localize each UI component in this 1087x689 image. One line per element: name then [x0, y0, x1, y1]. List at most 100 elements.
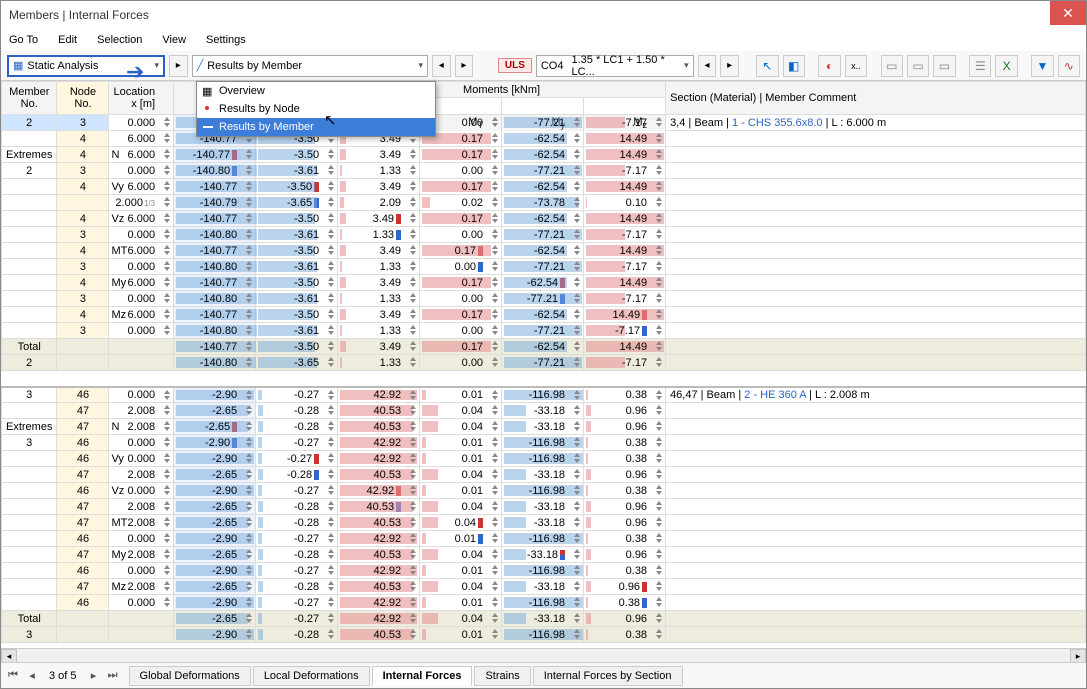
cell-node[interactable]: 4 [57, 131, 109, 147]
cell[interactable]: -0.27 [256, 387, 338, 403]
cell[interactable]: -3.65 [256, 355, 338, 371]
cell[interactable]: 0.38 [584, 595, 666, 611]
cell[interactable]: 14.49 [584, 339, 666, 355]
pager-first[interactable]: ⏮ [5, 669, 21, 682]
cell-node[interactable]: 4 [57, 275, 109, 291]
cell[interactable]: 42.92 [338, 531, 420, 547]
load-prev-button[interactable]: ◂ [698, 55, 717, 77]
cell[interactable]: -33.18 [502, 467, 584, 483]
cell[interactable]: 0.10 [584, 195, 666, 211]
cell[interactable]: -33.18 [502, 547, 584, 563]
cell-loc[interactable]: 0.000 [109, 595, 174, 611]
cell-node[interactable]: 46 [57, 531, 109, 547]
funnel-icon[interactable]: ▼ [1031, 55, 1053, 77]
cell-section[interactable] [666, 499, 1086, 515]
cell-member[interactable]: 2 [2, 115, 57, 131]
cell-loc[interactable]: 0.000 [109, 227, 174, 243]
cell-section[interactable] [666, 515, 1086, 531]
cell[interactable]: -2.65 [174, 403, 256, 419]
cell[interactable]: -0.28 [256, 467, 338, 483]
cell[interactable]: 40.53 [338, 515, 420, 531]
cell[interactable]: -0.27 [256, 563, 338, 579]
cell-member[interactable] [2, 323, 57, 339]
col-node-no[interactable]: NodeNo. [57, 82, 109, 115]
filter-mode-icon[interactable]: ◧ [783, 55, 805, 77]
tab-internal-forces-by-section[interactable]: Internal Forces by Section [533, 666, 683, 686]
cell[interactable]: 0.17 [420, 243, 502, 259]
table-row[interactable]: 460.000-2.90-0.2742.920.01-116.980.38 [2, 563, 1086, 579]
cell-node[interactable]: 47 [57, 467, 109, 483]
cell[interactable]: -62.54 [502, 179, 584, 195]
cell-loc[interactable]: N2.008 [109, 419, 174, 435]
cell[interactable]: 0.04 [420, 467, 502, 483]
cell[interactable]: -2.90 [174, 435, 256, 451]
cell-node[interactable]: 46 [57, 563, 109, 579]
cell[interactable]: 0.04 [420, 419, 502, 435]
cell[interactable]: -77.21 [502, 323, 584, 339]
scroll-left-button[interactable]: ◂ [1, 649, 17, 663]
analysis-next-button[interactable]: ▸ [169, 55, 188, 77]
cell[interactable]: -3.61 [256, 163, 338, 179]
cell[interactable]: 40.53 [338, 627, 420, 643]
cell[interactable]: -116.98 [502, 563, 584, 579]
filter-arrow-icon[interactable]: ↖ [756, 55, 778, 77]
cell-loc[interactable]: My6.000 [109, 275, 174, 291]
excel-icon[interactable]: X [995, 55, 1017, 77]
cell-section[interactable] [666, 483, 1086, 499]
load-next-button[interactable]: ▸ [720, 55, 739, 77]
cell-section[interactable]: 3,4 | Beam | 1 - CHS 355.6x8.0 | L : 6.0… [666, 115, 1086, 131]
cell[interactable]: 0.96 [584, 611, 666, 627]
cell[interactable]: -140.77 [174, 211, 256, 227]
cell-node[interactable]: 4 [57, 211, 109, 227]
cell[interactable]: -33.18 [502, 419, 584, 435]
cell[interactable]: 0.04 [420, 611, 502, 627]
cell[interactable]: 0.01 [420, 627, 502, 643]
cell-loc[interactable]: 0.000 [109, 163, 174, 179]
cell[interactable]: 42.92 [338, 563, 420, 579]
scroll-right-button[interactable]: ▸ [1070, 649, 1086, 663]
cell-member[interactable] [2, 451, 57, 467]
cell[interactable]: 14.49 [584, 307, 666, 323]
cell[interactable]: 0.17 [420, 307, 502, 323]
cell-member[interactable]: 2 [2, 355, 57, 371]
cell[interactable]: -7.17 [584, 355, 666, 371]
cell[interactable]: 0.04 [420, 515, 502, 531]
cell[interactable]: -116.98 [502, 531, 584, 547]
cell[interactable]: -3.50 [256, 307, 338, 323]
table-row[interactable]: Total-140.77-3.503.490.17-62.5414.49 [2, 339, 1086, 355]
cell[interactable]: -77.21 [502, 355, 584, 371]
cell-section[interactable] [666, 451, 1086, 467]
cell-node[interactable]: 47 [57, 515, 109, 531]
cell-member[interactable] [2, 595, 57, 611]
table-row[interactable]: 2-140.80-3.651.330.00-77.21-7.17 [2, 355, 1086, 371]
table-row[interactable]: 46Vz0.000-2.90-0.2742.920.01-116.980.38 [2, 483, 1086, 499]
tab-local-deformations[interactable]: Local Deformations [253, 666, 370, 686]
cell-member[interactable] [2, 259, 57, 275]
cell[interactable]: -2.65 [174, 419, 256, 435]
cell-section[interactable] [666, 339, 1086, 355]
table-row[interactable]: 47MT2.008-2.65-0.2840.530.04-33.180.96 [2, 515, 1086, 531]
cell[interactable]: -140.77 [174, 243, 256, 259]
cell[interactable]: -140.80 [174, 227, 256, 243]
cell-loc[interactable]: 2.008 [109, 403, 174, 419]
cell[interactable]: 2.09 [338, 195, 420, 211]
menu-view[interactable]: View [162, 34, 186, 46]
cell[interactable]: 42.92 [338, 387, 420, 403]
table-row[interactable]: 2.0001/3-140.79-3.652.090.02-73.780.10 [2, 195, 1086, 211]
cell-member[interactable] [2, 515, 57, 531]
cell-loc[interactable]: 0.000 [109, 115, 174, 131]
cell-node[interactable]: 46 [57, 595, 109, 611]
cell-loc[interactable]: 2.008 [109, 499, 174, 515]
table-row[interactable]: 46.000-140.77-3.503.490.17-62.5414.49 [2, 131, 1086, 147]
cell[interactable]: 40.53 [338, 499, 420, 515]
cell[interactable]: 42.92 [338, 611, 420, 627]
cell[interactable]: -7.17 [584, 259, 666, 275]
cell[interactable]: -3.61 [256, 259, 338, 275]
cell[interactable]: -3.50 [256, 147, 338, 163]
cell[interactable]: -2.90 [174, 483, 256, 499]
cell-member[interactable] [2, 179, 57, 195]
cell[interactable]: -62.54 [502, 339, 584, 355]
cell[interactable]: 42.92 [338, 451, 420, 467]
cell-section[interactable] [666, 259, 1086, 275]
cell[interactable]: 3.49 [338, 211, 420, 227]
